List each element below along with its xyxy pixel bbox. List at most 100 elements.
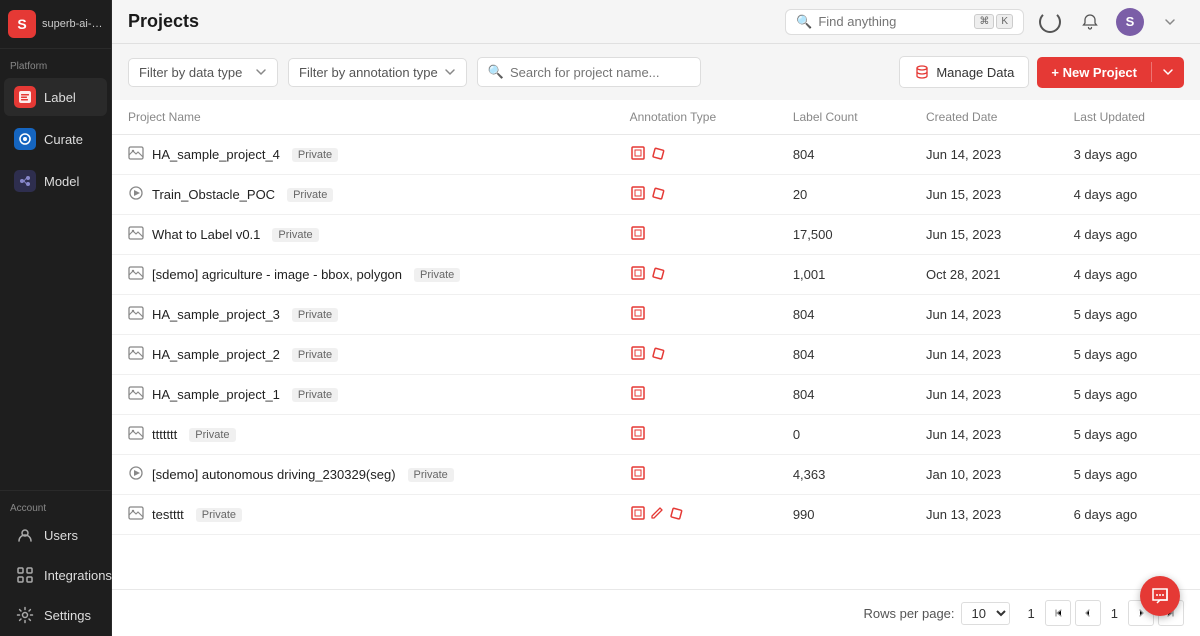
page-indicator: 1 bbox=[1105, 604, 1124, 623]
annotation-icons bbox=[630, 305, 761, 324]
image-icon bbox=[128, 505, 144, 521]
new-project-label: + New Project bbox=[1051, 65, 1137, 80]
table-row[interactable]: HA_sample_project_1 Private 804Jun 14, 2… bbox=[112, 375, 1200, 415]
project-name-wrapper: What to Label v0.1 Private bbox=[128, 225, 598, 244]
project-name-wrapper: HA_sample_project_2 Private bbox=[128, 345, 598, 364]
chevron-down-icon bbox=[444, 66, 456, 78]
pagination-first-btn[interactable] bbox=[1045, 600, 1071, 626]
visibility-badge: Private bbox=[287, 188, 333, 202]
visibility-badge: Private bbox=[272, 228, 318, 242]
chat-bubble-btn[interactable] bbox=[1140, 576, 1180, 616]
last-updated-cell: 4 days ago bbox=[1058, 215, 1200, 255]
new-project-dropdown-btn[interactable] bbox=[1152, 58, 1184, 86]
filter-annotation-type-btn[interactable]: Filter by annotation type bbox=[288, 58, 467, 87]
search-icon: 🔍 bbox=[796, 14, 812, 30]
label-count-cell: 4,363 bbox=[777, 455, 910, 495]
project-search-input[interactable] bbox=[510, 65, 690, 80]
created-date-cell: Jun 14, 2023 bbox=[910, 375, 1058, 415]
table-row[interactable]: HA_sample_project_3 Private 804Jun 14, 2… bbox=[112, 295, 1200, 335]
annotation-icons bbox=[630, 465, 761, 484]
table-row[interactable]: Train_Obstacle_POC Private 20Jun 15, 202… bbox=[112, 175, 1200, 215]
label-count-cell: 990 bbox=[777, 495, 910, 535]
sidebar: S superb-ai-dem... Platform Label Curate… bbox=[0, 0, 112, 636]
project-type-icon bbox=[128, 145, 144, 164]
table-row[interactable]: ttttttt Private 0Jun 14, 20235 days ago bbox=[112, 415, 1200, 455]
project-name-text: testttt bbox=[152, 507, 184, 522]
sidebar-account-section: Account Users Integrations Settings bbox=[0, 490, 111, 636]
project-name-cell: [sdemo] autonomous driving_230329(seg) P… bbox=[112, 455, 614, 495]
chevron-down-icon bbox=[255, 66, 267, 78]
filter-data-type-btn[interactable]: Filter by data type bbox=[128, 58, 278, 87]
project-type-icon bbox=[128, 385, 144, 404]
chevron-down-icon bbox=[1162, 66, 1174, 78]
annotation-type-cell bbox=[614, 455, 777, 495]
last-updated-cell: 5 days ago bbox=[1058, 415, 1200, 455]
curate-nav-icon bbox=[14, 128, 36, 150]
annotation-icons bbox=[630, 185, 761, 204]
video-icon bbox=[128, 465, 144, 481]
project-type-icon bbox=[128, 425, 144, 444]
bbox-icon bbox=[630, 505, 646, 524]
table-row[interactable]: HA_sample_project_4 Private 804Jun 14, 2… bbox=[112, 135, 1200, 175]
bbox-icon bbox=[630, 185, 646, 204]
created-date-cell: Jun 15, 2023 bbox=[910, 215, 1058, 255]
project-name-wrapper: HA_sample_project_1 Private bbox=[128, 385, 598, 404]
created-date-cell: Jun 14, 2023 bbox=[910, 335, 1058, 375]
project-name-wrapper: ttttttt Private bbox=[128, 425, 598, 444]
project-name-wrapper: testttt Private bbox=[128, 505, 598, 524]
table-row[interactable]: HA_sample_project_2 Private 804Jun 14, 2… bbox=[112, 335, 1200, 375]
project-name-cell: Train_Obstacle_POC Private bbox=[112, 175, 614, 215]
bbox-icon bbox=[630, 465, 646, 484]
table-row[interactable]: testttt Private 990Jun 13, 20236 days ag… bbox=[112, 495, 1200, 535]
project-name-text: HA_sample_project_4 bbox=[152, 147, 280, 162]
sidebar-item-curate[interactable]: Curate bbox=[4, 120, 107, 158]
new-project-main[interactable]: + New Project bbox=[1037, 57, 1151, 88]
sidebar-model-text: Model bbox=[44, 174, 79, 189]
visibility-badge: Private bbox=[414, 268, 460, 282]
manage-data-label: Manage Data bbox=[936, 65, 1014, 80]
label-nav-icon bbox=[14, 86, 36, 108]
table-row[interactable]: What to Label v0.1 Private 17,500Jun 15,… bbox=[112, 215, 1200, 255]
rows-per-page-select[interactable]: 10 25 50 bbox=[961, 602, 1010, 625]
global-search-bar[interactable]: 🔍 ⌘ K bbox=[785, 9, 1024, 35]
project-search-bar[interactable]: 🔍 bbox=[477, 57, 701, 87]
image-icon bbox=[128, 265, 144, 281]
last-updated-cell: 5 days ago bbox=[1058, 375, 1200, 415]
table-row[interactable]: [sdemo] autonomous driving_230329(seg) P… bbox=[112, 455, 1200, 495]
sidebar-item-model[interactable]: Model bbox=[4, 162, 107, 200]
user-avatar[interactable]: S bbox=[1116, 8, 1144, 36]
sidebar-logo[interactable]: S superb-ai-dem... bbox=[0, 0, 111, 49]
user-menu-chevron-btn[interactable] bbox=[1156, 8, 1184, 36]
label-count-cell: 1,001 bbox=[777, 255, 910, 295]
annotation-type-cell bbox=[614, 295, 777, 335]
manage-data-btn[interactable]: Manage Data bbox=[899, 56, 1029, 88]
image-icon bbox=[128, 425, 144, 441]
visibility-badge: Private bbox=[292, 308, 338, 322]
last-updated-cell: 5 days ago bbox=[1058, 455, 1200, 495]
top-bar-actions: 🔍 ⌘ K S bbox=[785, 8, 1184, 36]
sidebar-item-label[interactable]: Label bbox=[4, 78, 107, 116]
sidebar-item-integrations[interactable]: Integrations bbox=[4, 556, 107, 594]
pagination-prev-btn[interactable] bbox=[1075, 600, 1101, 626]
project-name-cell: ttttttt Private bbox=[112, 415, 614, 455]
project-type-icon bbox=[128, 505, 144, 524]
sidebar-item-settings[interactable]: Settings bbox=[4, 596, 107, 634]
global-search-input[interactable] bbox=[818, 14, 968, 29]
sidebar-item-users[interactable]: Users bbox=[4, 516, 107, 554]
pagination-bar: Rows per page: 10 25 50 1 1 bbox=[112, 589, 1200, 636]
annotation-type-cell bbox=[614, 495, 777, 535]
new-project-btn[interactable]: + New Project bbox=[1037, 57, 1184, 88]
sidebar-integrations-text: Integrations bbox=[44, 568, 112, 583]
annotation-icons bbox=[630, 425, 761, 444]
notification-bell-btn[interactable] bbox=[1076, 8, 1104, 36]
annotation-type-cell bbox=[614, 415, 777, 455]
bell-icon bbox=[1081, 13, 1099, 31]
loading-icon-btn[interactable] bbox=[1036, 8, 1064, 36]
table-header: Project Name Annotation Type Label Count… bbox=[112, 100, 1200, 135]
project-name-cell: HA_sample_project_2 Private bbox=[112, 335, 614, 375]
annotation-icons bbox=[630, 145, 761, 164]
project-name-cell: [sdemo] agriculture - image - bbox, poly… bbox=[112, 255, 614, 295]
table-row[interactable]: [sdemo] agriculture - image - bbox, poly… bbox=[112, 255, 1200, 295]
project-name-cell: HA_sample_project_4 Private bbox=[112, 135, 614, 175]
toolbar-right-actions: Manage Data + New Project bbox=[899, 56, 1184, 88]
